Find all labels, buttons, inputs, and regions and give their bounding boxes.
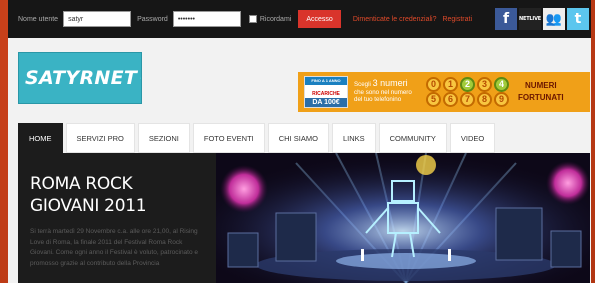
banner-right: NUMERI FORTUNATI [518, 80, 564, 104]
twitter-icon[interactable]: t [567, 8, 589, 30]
banner-text-bold: 3 numeri [372, 78, 408, 89]
username-label: Nome utente [18, 15, 59, 23]
banner-number: 5 [426, 92, 441, 107]
facebook-icon[interactable]: f [495, 8, 517, 30]
banner-numbers: 0 1 2 3 4 5 6 7 8 9 [426, 77, 510, 107]
hero-image[interactable] [216, 153, 590, 283]
nav-item-sezioni[interactable]: SEZIONI [137, 123, 190, 153]
featured-slider: ROMA ROCK GIOVANI 2011 Si terrà martedì … [18, 153, 590, 283]
remember-label: Ricordami [259, 15, 292, 23]
banner-card-ricariche: RICARICHE [312, 91, 340, 97]
banner-right-line1: NUMERI [525, 81, 557, 90]
netlive-icon[interactable]: NETLIVE [519, 8, 541, 30]
site-logo[interactable]: SATYRNET [18, 52, 142, 104]
logo-text: SATYRNET [25, 67, 138, 89]
nav-item-links[interactable]: LINKS [331, 123, 376, 153]
featured-article: ROMA ROCK GIOVANI 2011 Si terrà martedì … [18, 153, 216, 283]
login-bar: Nome utente Password Ricordami Accesso D… [8, 0, 591, 38]
banner-card-amount: DA 100€ [305, 98, 347, 107]
password-label: Password [137, 15, 168, 23]
social-links: f NETLIVE 👥 t [495, 8, 589, 30]
banner-right-line2: FORTUNATI [518, 93, 564, 102]
remember-checkbox[interactable] [248, 15, 257, 23]
article-body: Si terrà martedì 29 Novembre c.a. alle o… [30, 228, 199, 267]
nav-item-chi-siamo[interactable]: CHI SIAMO [267, 123, 329, 153]
register-link[interactable]: Registrati [442, 16, 472, 23]
banner-text: Scegli 3 numeri che sono nel numero del … [354, 78, 424, 104]
banner-number: 9 [494, 92, 509, 107]
banner-number: 0 [426, 77, 441, 92]
username-input[interactable] [63, 11, 132, 27]
myspace-icon[interactable]: 👥 [543, 8, 565, 30]
nav-item-servizi-pro[interactable]: SERVIZI PRO [65, 123, 135, 153]
banner-number: 6 [443, 92, 458, 107]
nav-item-foto-eventi[interactable]: FOTO EVENTI [192, 123, 265, 153]
login-button[interactable]: Accesso [298, 10, 341, 28]
banner-card-top: FINO A 1 ANNO [305, 77, 347, 85]
banner-number: 4 [494, 77, 509, 92]
banner-text-line1: Scegli [354, 81, 371, 89]
logo-swirl-icon [140, 77, 141, 79]
banner-text-line3: del tuo telefonino [354, 96, 402, 104]
nav-item-community[interactable]: COMMUNITY [378, 123, 447, 153]
banner-number: 1 [443, 77, 458, 92]
banner-number: 7 [460, 92, 475, 107]
banner-number: 2 [460, 77, 475, 92]
banner-text-line2: che sono nel numero [354, 88, 412, 96]
nav-item-home[interactable]: HOME [18, 123, 63, 153]
banner-number: 3 [477, 77, 492, 92]
page: SATYRNET FINO A 1 ANNO RICARICHE DA 100€… [8, 38, 591, 283]
forgot-credentials-link[interactable]: Dimenticate le credenziali? [353, 16, 437, 23]
article-title[interactable]: ROMA ROCK GIOVANI 2011 [30, 173, 204, 217]
banner-card: FINO A 1 ANNO RICARICHE DA 100€ [304, 76, 348, 108]
banner-number: 8 [477, 92, 492, 107]
nav-item-video[interactable]: VIDEO [449, 123, 496, 153]
password-input[interactable] [172, 11, 241, 27]
ad-banner[interactable]: FINO A 1 ANNO RICARICHE DA 100€ Scegli 3… [298, 72, 590, 112]
main-nav: HOME SERVIZI PRO SEZIONI FOTO EVENTI CHI… [18, 123, 496, 153]
